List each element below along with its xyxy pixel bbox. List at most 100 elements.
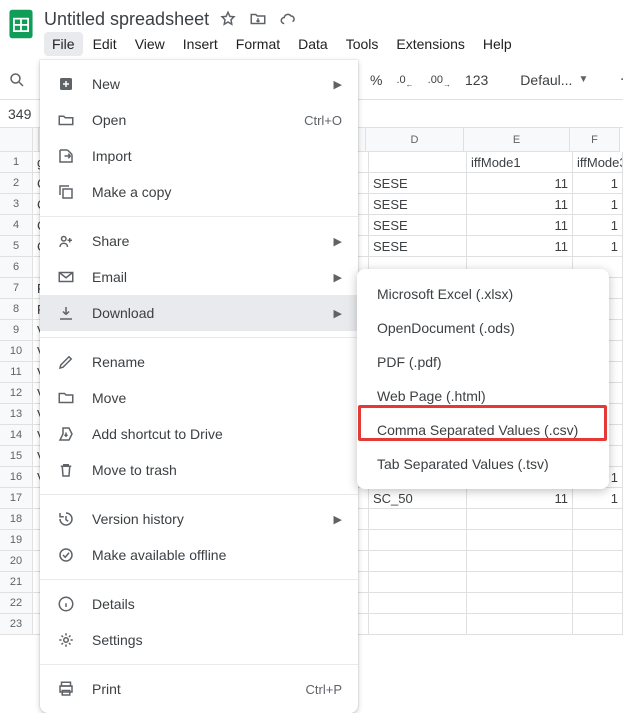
cell[interactable]: 1: [573, 194, 623, 215]
row-header[interactable]: 10: [0, 341, 32, 362]
cell[interactable]: [467, 614, 573, 635]
row-header[interactable]: 9: [0, 320, 32, 341]
menu-data[interactable]: Data: [290, 32, 336, 56]
cell[interactable]: [573, 530, 623, 551]
cell[interactable]: 11: [467, 215, 573, 236]
cell[interactable]: 1: [573, 173, 623, 194]
select-all-corner[interactable]: [0, 128, 32, 152]
menu-add-shortcut[interactable]: Add shortcut to Drive: [40, 416, 358, 452]
cell[interactable]: [573, 614, 623, 635]
cell[interactable]: [369, 593, 467, 614]
menu-edit[interactable]: Edit: [85, 32, 125, 56]
row-header[interactable]: 2: [0, 173, 32, 194]
cell[interactable]: iffMode3: [573, 152, 623, 173]
cell[interactable]: SC_50: [369, 488, 467, 509]
cell[interactable]: [467, 551, 573, 572]
star-icon[interactable]: [219, 10, 237, 28]
row-header[interactable]: 19: [0, 530, 32, 551]
cell[interactable]: [369, 572, 467, 593]
row-header[interactable]: 12: [0, 383, 32, 404]
cell[interactable]: [369, 530, 467, 551]
col-header-f[interactable]: F: [570, 128, 620, 152]
increase-decimal-button[interactable]: .00→: [424, 70, 455, 89]
cell[interactable]: [467, 572, 573, 593]
row-header[interactable]: 13: [0, 404, 32, 425]
cell[interactable]: 1: [573, 488, 623, 509]
submenu-ods[interactable]: OpenDocument (.ods): [357, 311, 609, 345]
menu-insert[interactable]: Insert: [175, 32, 226, 56]
cell[interactable]: [573, 572, 623, 593]
col-header-d[interactable]: D: [366, 128, 464, 152]
cell[interactable]: [467, 530, 573, 551]
menu-offline[interactable]: Make available offline: [40, 537, 358, 573]
menu-trash[interactable]: Move to trash: [40, 452, 358, 488]
cloud-icon[interactable]: [279, 10, 297, 28]
row-header[interactable]: 17: [0, 488, 32, 509]
menu-print[interactable]: Print Ctrl+P: [40, 671, 358, 707]
cell[interactable]: [467, 593, 573, 614]
menu-view[interactable]: View: [127, 32, 173, 56]
cell[interactable]: SESE: [369, 236, 467, 257]
percent-format-button[interactable]: %: [366, 72, 386, 88]
row-header[interactable]: 18: [0, 509, 32, 530]
menu-email[interactable]: Email ▶: [40, 259, 358, 295]
cell[interactable]: SESE: [369, 194, 467, 215]
cell[interactable]: 1: [573, 236, 623, 257]
cell[interactable]: [369, 152, 467, 173]
cell[interactable]: 11: [467, 173, 573, 194]
col-header-e[interactable]: E: [464, 128, 570, 152]
menu-help[interactable]: Help: [475, 32, 520, 56]
font-size-decrease[interactable]: −: [616, 69, 623, 90]
submenu-tsv[interactable]: Tab Separated Values (.tsv): [357, 447, 609, 481]
cell[interactable]: [573, 509, 623, 530]
submenu-html[interactable]: Web Page (.html): [357, 379, 609, 413]
name-box[interactable]: 349: [8, 106, 31, 122]
submenu-xlsx[interactable]: Microsoft Excel (.xlsx): [357, 277, 609, 311]
menu-download[interactable]: Download ▶: [40, 295, 358, 331]
menu-share[interactable]: Share ▶: [40, 223, 358, 259]
menu-make-copy[interactable]: Make a copy: [40, 174, 358, 210]
cell[interactable]: SESE: [369, 173, 467, 194]
submenu-pdf[interactable]: PDF (.pdf): [357, 345, 609, 379]
row-header[interactable]: 5: [0, 236, 32, 257]
decrease-decimal-button[interactable]: .0←: [392, 70, 417, 89]
menu-open[interactable]: Open Ctrl+O: [40, 102, 358, 138]
row-header[interactable]: 4: [0, 215, 32, 236]
row-header[interactable]: 15: [0, 446, 32, 467]
row-header[interactable]: 23: [0, 614, 32, 635]
menu-new[interactable]: New ▶: [40, 66, 358, 102]
row-header[interactable]: 14: [0, 425, 32, 446]
cell[interactable]: [573, 551, 623, 572]
menu-move[interactable]: Move: [40, 380, 358, 416]
cell[interactable]: [369, 551, 467, 572]
cell[interactable]: SESE: [369, 215, 467, 236]
submenu-csv[interactable]: Comma Separated Values (.csv): [357, 413, 609, 447]
cell[interactable]: [573, 593, 623, 614]
number-format-button[interactable]: 123: [461, 72, 492, 88]
cell[interactable]: [369, 614, 467, 635]
menu-rename[interactable]: Rename: [40, 344, 358, 380]
cell[interactable]: [467, 509, 573, 530]
row-header[interactable]: 1: [0, 152, 32, 173]
menu-version-history[interactable]: Version history ▶: [40, 501, 358, 537]
row-header[interactable]: 20: [0, 551, 32, 572]
document-title[interactable]: Untitled spreadsheet: [44, 9, 209, 30]
move-folder-icon[interactable]: [249, 10, 267, 28]
row-header[interactable]: 21: [0, 572, 32, 593]
cell[interactable]: 11: [467, 488, 573, 509]
cell[interactable]: iffMode1: [467, 152, 573, 173]
menu-import[interactable]: Import: [40, 138, 358, 174]
menu-settings[interactable]: Settings: [40, 622, 358, 658]
menu-file[interactable]: File: [44, 32, 83, 56]
row-header[interactable]: 3: [0, 194, 32, 215]
row-header[interactable]: 8: [0, 299, 32, 320]
cell[interactable]: [369, 509, 467, 530]
row-header[interactable]: 7: [0, 278, 32, 299]
row-header[interactable]: 16: [0, 467, 32, 488]
row-header[interactable]: 6: [0, 257, 32, 278]
cell[interactable]: 1: [573, 215, 623, 236]
cell[interactable]: 11: [467, 236, 573, 257]
row-header[interactable]: 11: [0, 362, 32, 383]
font-picker[interactable]: Defaul... ▼: [512, 72, 596, 88]
menu-extensions[interactable]: Extensions: [388, 32, 472, 56]
